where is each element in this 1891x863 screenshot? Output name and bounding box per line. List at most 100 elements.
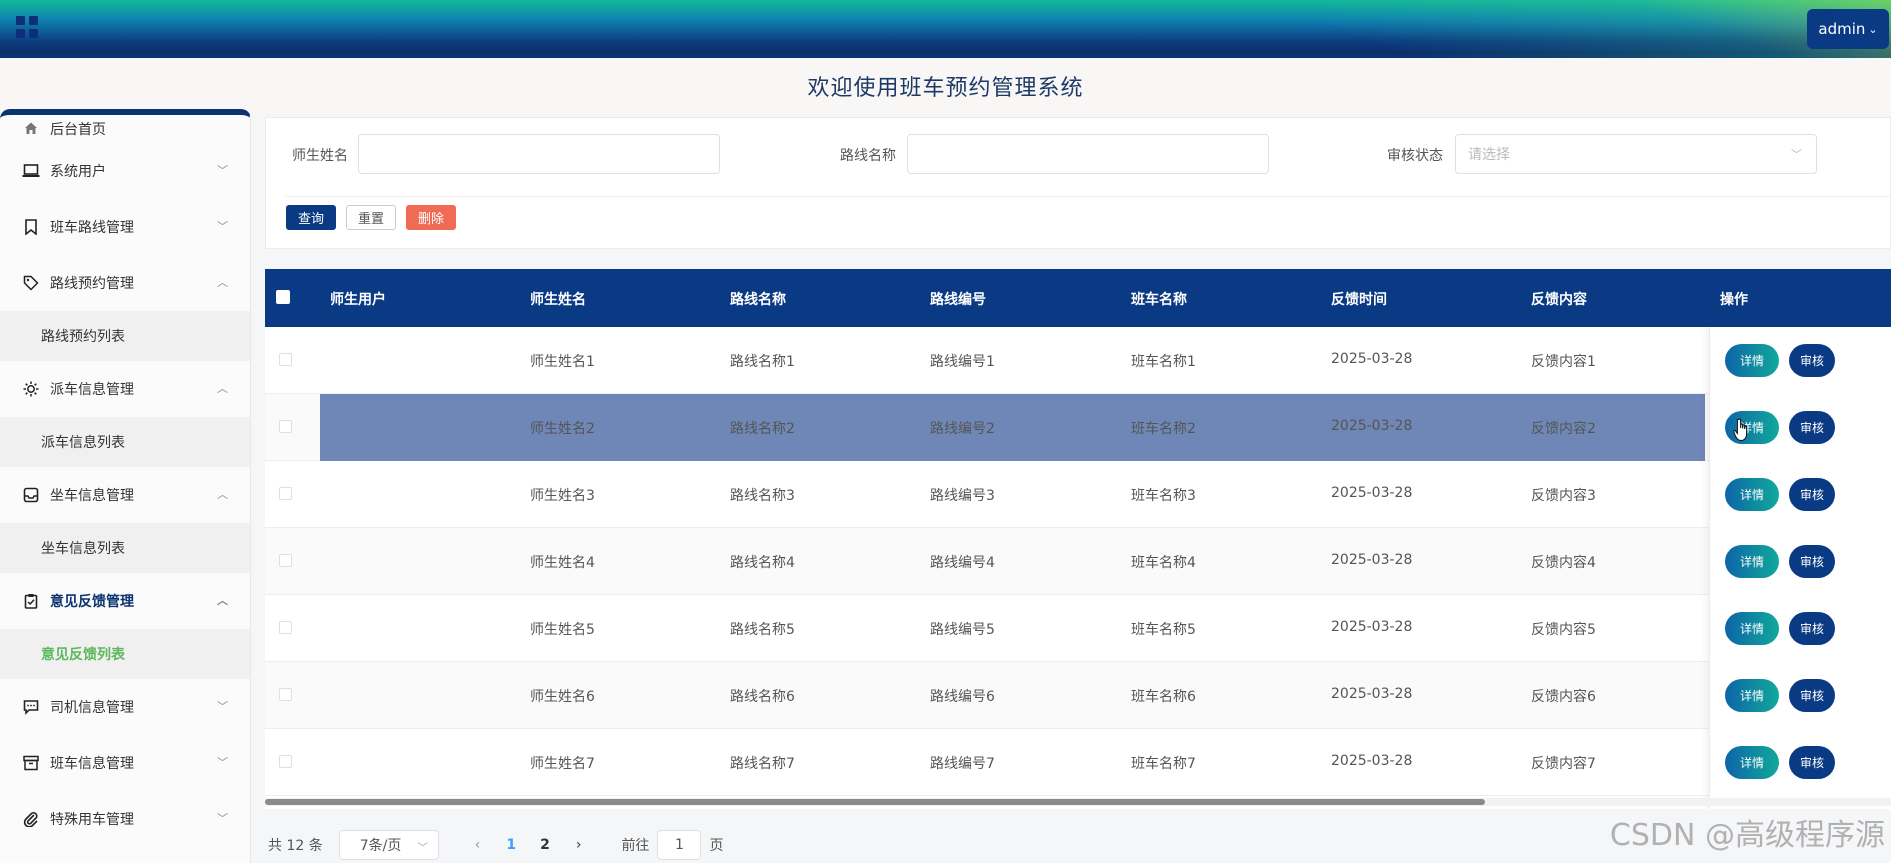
scrollbar-thumb[interactable] — [265, 799, 1485, 805]
audit-button[interactable]: 审核 — [1789, 545, 1835, 578]
row-checkbox[interactable] — [279, 755, 292, 768]
table-cell: 师生姓名1 — [530, 354, 595, 370]
column-header[interactable]: 师生用户 — [330, 289, 386, 309]
table-cell: 2025-03-28 — [1331, 351, 1413, 367]
column-header[interactable]: 师生姓名 — [530, 289, 586, 309]
column-header[interactable]: 班车名称 — [1131, 289, 1187, 309]
sidebar-item-drivers[interactable]: 司机信息管理 ﹀ — [0, 679, 250, 735]
table-cell: 反馈内容7 — [1531, 756, 1596, 772]
sidebar-item-routes[interactable]: 班车路线管理 ﹀ — [0, 199, 250, 255]
next-page-icon[interactable]: › — [576, 837, 582, 853]
sidebar-item-special-vehicle[interactable]: 特殊用车管理 ﹀ — [0, 791, 250, 847]
row-checkbox[interactable] — [279, 353, 292, 366]
query-button[interactable]: 查询 — [286, 205, 336, 230]
sidebar-subitem-route-booking-list[interactable]: 路线预约列表 — [0, 311, 250, 361]
sidebar-item-buses[interactable]: 班车信息管理 ﹀ — [0, 735, 250, 791]
column-header[interactable]: 反馈内容 — [1531, 289, 1587, 309]
total-count: 共 12 条 — [268, 838, 323, 854]
table-row[interactable]: 师生姓名6 路线名称6 路线编号6 班车名称6 2025-03-28 反馈内容6 — [265, 662, 1891, 729]
sidebar-item-label: 班车路线管理 — [50, 220, 134, 236]
select-all-checkbox[interactable] — [276, 290, 290, 304]
name-filter-input[interactable] — [358, 134, 720, 174]
table-cell: 师生姓名2 — [530, 421, 595, 437]
table-row[interactable]: 师生姓名2 路线名称2 路线编号2 班车名称2 2025-03-28 反馈内容2 — [265, 394, 1891, 461]
route-filter-input[interactable] — [907, 134, 1269, 174]
table-cell: 路线编号3 — [930, 488, 995, 504]
hand-cursor-icon — [1733, 418, 1748, 442]
chevron-up-icon: ︿ — [217, 594, 228, 607]
table-cell: 2025-03-28 — [1331, 753, 1413, 769]
page-size-select[interactable]: 7条/页 ﹀ — [338, 830, 439, 860]
chevron-up-icon: ︿ — [217, 276, 228, 289]
sidebar-item-feedback[interactable]: 意见反馈管理 ︿ — [0, 573, 250, 629]
detail-button[interactable]: 详情 — [1725, 344, 1779, 377]
detail-button[interactable]: 详情 — [1725, 679, 1779, 712]
audit-button[interactable]: 审核 — [1789, 746, 1835, 779]
audit-button[interactable]: 审核 — [1789, 411, 1835, 444]
chevron-down-icon: ﹀ — [1791, 148, 1802, 161]
sidebar-subitem-dispatch-list[interactable]: 派车信息列表 — [0, 417, 250, 467]
reset-button[interactable]: 重置 — [346, 205, 396, 230]
row-checkbox[interactable] — [279, 420, 292, 433]
clipboard-check-icon — [22, 592, 40, 610]
sidebar-item-label: 系统用户 — [50, 164, 106, 180]
sidebar-item-home[interactable]: 后台首页 — [0, 115, 250, 143]
status-filter-select[interactable]: 请选择 ﹀ — [1455, 134, 1817, 174]
audit-button[interactable]: 审核 — [1789, 612, 1835, 645]
detail-button[interactable]: 详情 — [1725, 612, 1779, 645]
table-row[interactable]: 师生姓名1 路线名称1 路线编号1 班车名称1 2025-03-28 反馈内容1 — [265, 327, 1891, 394]
chevron-down-icon: ﹀ — [217, 756, 228, 769]
sidebar-subitem-feedback-list[interactable]: 意见反馈列表 — [0, 629, 250, 679]
table-cell: 班车名称6 — [1131, 689, 1196, 705]
chevron-up-icon: ︿ — [217, 382, 228, 395]
table-row[interactable]: 师生姓名4 路线名称4 路线编号4 班车名称4 2025-03-28 反馈内容4 — [265, 528, 1891, 595]
table-cell: 路线名称6 — [730, 689, 795, 705]
column-header[interactable]: 路线编号 — [930, 289, 986, 309]
table-cell: 反馈内容6 — [1531, 689, 1596, 705]
row-actions: 详情 审核 — [1725, 344, 1835, 377]
detail-button[interactable]: 详情 — [1725, 545, 1779, 578]
row-checkbox[interactable] — [279, 621, 292, 634]
sidebar-item-label: 后台首页 — [50, 122, 106, 138]
detail-button[interactable]: 详情 — [1725, 746, 1779, 779]
delete-button[interactable]: 删除 — [406, 205, 456, 230]
column-header[interactable]: 反馈时间 — [1331, 289, 1387, 309]
sidebar-item-dispatch[interactable]: 派车信息管理 ︿ — [0, 361, 250, 417]
row-checkbox[interactable] — [279, 487, 292, 500]
detail-button[interactable]: 详情 — [1725, 478, 1779, 511]
row-checkbox[interactable] — [279, 554, 292, 567]
sidebar: 后台首页 系统用户 ﹀ 班车路线管理 ﹀ 路线预约管理 ︿ 路线预约列表 派车信… — [0, 109, 251, 863]
table-cell: 反馈内容3 — [1531, 488, 1596, 504]
table-cell: 路线名称1 — [730, 354, 795, 370]
table-row[interactable]: 师生姓名5 路线名称5 路线编号5 班车名称5 2025-03-28 反馈内容5 — [265, 595, 1891, 662]
sun-icon — [22, 380, 40, 398]
sidebar-item-label: 派车信息管理 — [50, 382, 134, 398]
row-checkbox[interactable] — [279, 688, 292, 701]
row-actions: 详情 审核 — [1725, 612, 1835, 645]
audit-button[interactable]: 审核 — [1789, 478, 1835, 511]
watermark: CSDN @高级程序源 — [1609, 818, 1885, 853]
title-bar: 欢迎使用班车预约管理系统 — [0, 58, 1891, 114]
page-number[interactable]: 1 — [506, 837, 516, 853]
table-cell: 反馈内容2 — [1531, 421, 1596, 437]
sidebar-subitem-ride-info-list[interactable]: 坐车信息列表 — [0, 523, 250, 573]
apps-grid-icon[interactable] — [16, 16, 38, 38]
user-menu-button[interactable]: admin ⌄ — [1807, 9, 1889, 49]
column-header[interactable]: 路线名称 — [730, 289, 786, 309]
sidebar-item-system-users[interactable]: 系统用户 ﹀ — [0, 143, 250, 199]
table-cell: 班车名称4 — [1131, 555, 1196, 571]
sidebar-item-route-booking[interactable]: 路线预约管理 ︿ — [0, 255, 250, 311]
table-cell: 2025-03-28 — [1331, 485, 1413, 501]
sidebar-item-label: 意见反馈管理 — [50, 594, 134, 610]
sidebar-item-ride-info[interactable]: 坐车信息管理 ︿ — [0, 467, 250, 523]
column-header-actions: 操作 — [1720, 292, 1748, 308]
home-icon — [22, 119, 40, 137]
page-number[interactable]: 2 — [540, 837, 550, 853]
audit-button[interactable]: 审核 — [1789, 679, 1835, 712]
goto-page-input[interactable]: 1 — [657, 830, 702, 860]
prev-page-icon[interactable]: ‹ — [475, 837, 481, 853]
table-row[interactable]: 师生姓名7 路线名称7 路线编号7 班车名称7 2025-03-28 反馈内容7 — [265, 729, 1891, 796]
horizontal-scrollbar[interactable] — [265, 798, 1891, 806]
audit-button[interactable]: 审核 — [1789, 344, 1835, 377]
table-row[interactable]: 师生姓名3 路线名称3 路线编号3 班车名称3 2025-03-28 反馈内容3 — [265, 461, 1891, 528]
